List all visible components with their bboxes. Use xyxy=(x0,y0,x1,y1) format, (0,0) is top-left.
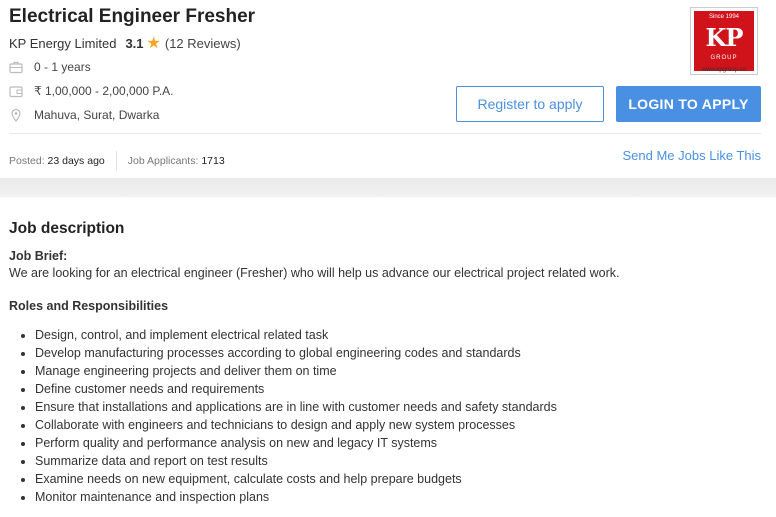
roles-list: Design, control, and implement electrica… xyxy=(9,326,766,506)
list-item: Ensure that installations and applicatio… xyxy=(35,398,766,416)
register-to-apply-button[interactable]: Register to apply xyxy=(456,86,604,122)
company-logo[interactable]: Since 1994 KP GROUP www.kpgroup.co xyxy=(690,7,758,75)
list-item: Design, control, and implement electrica… xyxy=(35,326,766,344)
job-brief-text: We are looking for an electrical enginee… xyxy=(9,266,620,280)
job-header-card: Electrical Engineer Fresher KP Energy Li… xyxy=(0,0,776,178)
job-title: Electrical Engineer Fresher xyxy=(9,6,256,27)
reviews-link[interactable]: (12 Reviews) xyxy=(165,36,241,51)
location-value[interactable]: Mahuva, Surat, Dwarka xyxy=(34,108,159,122)
section-gap xyxy=(0,178,776,197)
posted-label: Posted: xyxy=(9,155,45,167)
logo-since: Since 1994 xyxy=(708,14,740,20)
job-brief-label: Job Brief: xyxy=(9,249,68,263)
roles-heading: Roles and Responsibilities xyxy=(9,299,169,313)
list-item: Summarize data and report on test result… xyxy=(35,452,766,470)
logo-group: GROUP xyxy=(710,55,738,61)
company-row: KP Energy Limited 3.1 ★ (12 Reviews) xyxy=(9,35,241,52)
briefcase-icon xyxy=(9,60,23,74)
salary-value: ₹ 1,00,000 - 2,00,000 P.A. xyxy=(34,84,174,98)
list-item: Manage engineering projects and deliver … xyxy=(35,362,766,380)
list-item: Perform quality and performance analysis… xyxy=(35,434,766,452)
logo-brand: KP xyxy=(705,23,744,52)
location-row: Mahuva, Surat, Dwarka xyxy=(9,108,159,122)
salary-row: ₹ 1,00,000 - 2,00,000 P.A. xyxy=(9,84,174,98)
wallet-icon xyxy=(9,84,23,98)
job-description-heading: Job description xyxy=(9,220,125,237)
stats-separator xyxy=(115,151,117,171)
send-me-jobs-link[interactable]: Send Me Jobs Like This xyxy=(623,148,762,163)
job-description-section: Job description Job Brief: We are lookin… xyxy=(9,220,766,506)
list-item: Define customer needs and requirements xyxy=(35,380,766,398)
logo-url: www.kpgroup.co xyxy=(701,67,747,73)
applicants-value: 1713 xyxy=(201,155,225,167)
applicants-label: Job Applicants: xyxy=(127,155,199,167)
logo-mark: Since 1994 KP GROUP xyxy=(694,11,754,71)
list-item: Collaborate with engineers and technicia… xyxy=(35,416,766,434)
star-icon: ★ xyxy=(146,35,161,52)
list-item: Monitor maintenance and inspection plans xyxy=(35,488,766,506)
list-item: Examine needs on new equipment, calculat… xyxy=(35,470,766,488)
divider xyxy=(9,133,761,134)
list-item: Develop manufacturing processes accordin… xyxy=(35,344,766,362)
posted-value: 23 days ago xyxy=(47,155,105,167)
job-stats: Posted: 23 days ago Job Applicants: 1713 xyxy=(9,151,225,171)
experience-value: 0 - 1 years xyxy=(34,60,91,74)
company-rating: 3.1 xyxy=(125,36,144,51)
company-name[interactable]: KP Energy Limited xyxy=(9,36,116,51)
experience-row: 0 - 1 years xyxy=(9,60,91,74)
location-pin-icon xyxy=(9,108,23,122)
login-to-apply-button[interactable]: LOGIN TO APPLY xyxy=(616,86,761,122)
